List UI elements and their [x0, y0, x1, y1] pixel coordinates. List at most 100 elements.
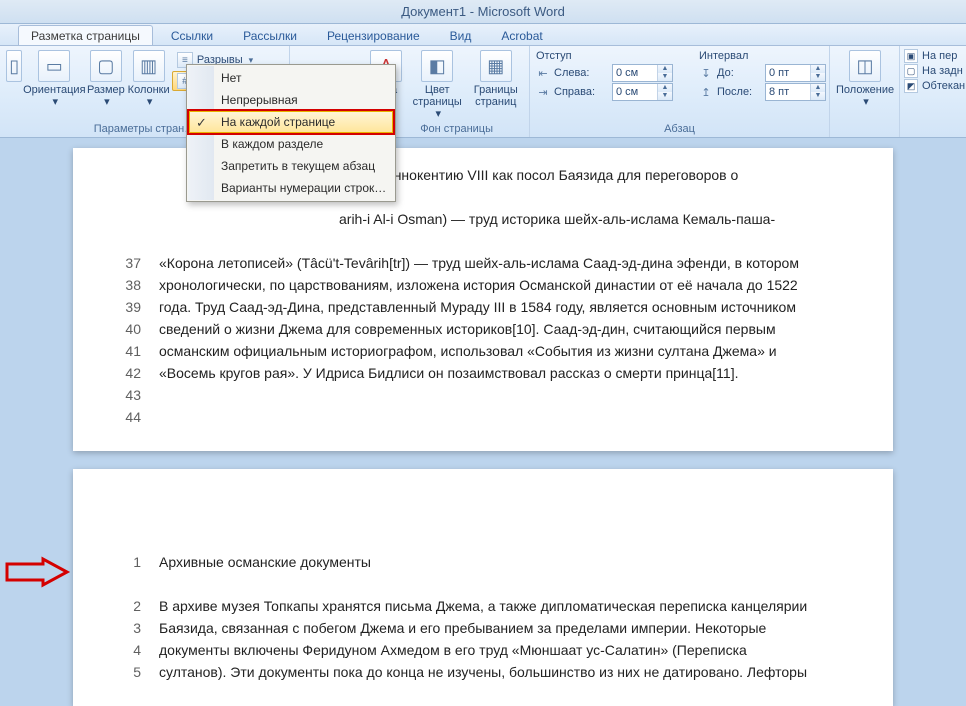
- line-text: [159, 386, 855, 405]
- spacing-after-row: ↥ После: 8 пт▲▼: [699, 83, 826, 101]
- spacing-title: Интервал: [699, 50, 826, 62]
- spin-up-icon[interactable]: ▲: [658, 65, 672, 73]
- tab-mailings[interactable]: Рассылки: [231, 26, 309, 45]
- document-area[interactable]: к папе Иннокентию VIII как посол Баязида…: [0, 138, 966, 706]
- indent-left-label: Слева:: [554, 67, 608, 79]
- spacing-before-row: ↧ До: 0 пт▲▼: [699, 64, 826, 82]
- line-number: 2: [111, 597, 141, 616]
- spin-up-icon[interactable]: ▲: [811, 84, 825, 92]
- indent-right-icon: ⇥: [536, 85, 550, 99]
- send-back-icon: ▢: [904, 64, 918, 78]
- line-number: [111, 575, 141, 594]
- chevron-down-icon: ▾: [435, 108, 441, 120]
- menu-item-suppress[interactable]: Запретить в текущем абзац: [189, 155, 393, 177]
- line-number: 41: [111, 342, 141, 361]
- spacing-before-value: 0 пт: [766, 67, 810, 79]
- arrange-group: ▣ На пер ▢На задн ◩ Обтекан: [900, 46, 966, 137]
- indent-title: Отступ: [536, 50, 673, 62]
- spacing-before-icon: ↧: [699, 66, 713, 80]
- chevron-down-icon: ▾: [53, 96, 59, 108]
- spin-up-icon[interactable]: ▲: [658, 84, 672, 92]
- indent-right-row: ⇥ Справа: 0 см▲▼: [536, 83, 673, 101]
- spin-down-icon[interactable]: ▼: [811, 92, 825, 100]
- line-text: [159, 408, 855, 427]
- indent-left-spin[interactable]: 0 см▲▼: [612, 64, 673, 82]
- line-number: 5: [111, 663, 141, 682]
- position-label: Положение: [836, 84, 894, 96]
- menu-item-each-page[interactable]: ✓На каждой странице: [189, 111, 393, 133]
- line-text: [159, 575, 855, 594]
- bring-front-icon: ▣: [904, 49, 918, 63]
- annotation-arrow: [7, 559, 67, 585]
- line-numbers-menu: Нет Непрерывная ✓На каждой странице В ка…: [186, 64, 396, 202]
- page-2: 1 Архивные османские документы 2 В архиве …: [73, 469, 893, 706]
- chevron-down-icon: ▾: [147, 96, 153, 108]
- orientation-button[interactable]: ▭Ориентация▾: [24, 48, 84, 108]
- chevron-down-icon: ▾: [863, 96, 869, 108]
- margins-button[interactable]: ▯: [6, 48, 22, 84]
- check-icon: ✓: [196, 115, 207, 131]
- line-number: 4: [111, 641, 141, 660]
- chevron-down-icon: ▾: [104, 96, 110, 108]
- indent-left-icon: ⇤: [536, 66, 550, 80]
- size-button[interactable]: ▢Размер▾: [86, 48, 125, 108]
- line-number: 42: [111, 364, 141, 383]
- spacing-after-spin[interactable]: 8 пт▲▼: [765, 83, 826, 101]
- spin-down-icon[interactable]: ▼: [658, 73, 672, 81]
- spacing-before-spin[interactable]: 0 пт▲▼: [765, 64, 826, 82]
- indent-right-label: Справа:: [554, 86, 608, 98]
- line-number: 44: [111, 408, 141, 427]
- menu-item-options[interactable]: Варианты нумерации строк…: [189, 177, 393, 199]
- text-wrap-label: Обтекан: [922, 80, 965, 92]
- text-fragment: arih-i Al-i Osman) — труд историка шейх-…: [159, 210, 855, 229]
- line-number: 1: [111, 553, 141, 572]
- page-color-label: Цвет страницы: [410, 84, 465, 108]
- menu-item-none[interactable]: Нет: [189, 67, 393, 89]
- line-number: 43: [111, 386, 141, 405]
- spacing-before-label: До:: [717, 67, 761, 79]
- text-wrap-icon: ◩: [904, 79, 918, 93]
- line-number: 3: [111, 619, 141, 638]
- line-text: Баязида, связанная с побегом Джема и его…: [159, 619, 855, 638]
- line-text: хронологически, по царствованиям, изложе…: [159, 276, 855, 295]
- tab-page-layout[interactable]: Разметка страницы: [18, 25, 153, 45]
- columns-label: Колонки: [128, 84, 170, 96]
- line-number: 37: [111, 254, 141, 273]
- line-text: В архиве музея Топкапы хранятся письма Д…: [159, 597, 855, 616]
- line-text: сведений о жизни Джема для современных и…: [159, 320, 855, 339]
- spacing-after-label: После:: [717, 86, 761, 98]
- menu-item-continuous[interactable]: Непрерывная: [189, 89, 393, 111]
- line-text: года. Труд Саад-эд-Дина, представленный …: [159, 298, 855, 317]
- indent-right-value: 0 см: [613, 86, 657, 98]
- line-number: 40: [111, 320, 141, 339]
- ribbon-tabs: Разметка страницы Ссылки Рассылки Реценз…: [0, 24, 966, 46]
- spacing-after-value: 8 пт: [766, 86, 810, 98]
- spin-down-icon[interactable]: ▼: [811, 73, 825, 81]
- position-button[interactable]: ◫Положение▾: [836, 48, 894, 108]
- page-borders-button[interactable]: ▦Границы страниц: [468, 48, 523, 108]
- page-color-button[interactable]: ◧Цвет страницы▾: [410, 48, 465, 120]
- tab-acrobat[interactable]: Acrobat: [489, 26, 554, 45]
- spin-up-icon[interactable]: ▲: [811, 65, 825, 73]
- text-wrap-button[interactable]: ◩ Обтекан: [904, 79, 965, 93]
- tab-view[interactable]: Вид: [438, 26, 484, 45]
- line-text: Архивные османские документы: [159, 553, 855, 572]
- size-label: Размер: [87, 84, 125, 96]
- send-back-button[interactable]: ▢На задн: [904, 64, 965, 78]
- columns-button[interactable]: ▥Колонки▾: [127, 48, 169, 108]
- bring-front-label: На пер: [922, 50, 957, 62]
- spin-down-icon[interactable]: ▼: [658, 92, 672, 100]
- bring-front-button[interactable]: ▣ На пер: [904, 49, 965, 63]
- spacing-after-icon: ↥: [699, 85, 713, 99]
- tab-references[interactable]: Ссылки: [159, 26, 225, 45]
- menu-item-each-section[interactable]: В каждом разделе: [189, 133, 393, 155]
- orientation-label: Ориентация: [23, 84, 85, 96]
- indent-left-row: ⇤ Слева: 0 см▲▼: [536, 64, 673, 82]
- line-text: султанов). Эти документы пока до конца н…: [159, 663, 855, 682]
- indent-right-spin[interactable]: 0 см▲▼: [612, 83, 673, 101]
- tab-review[interactable]: Рецензирование: [315, 26, 432, 45]
- line-text: «Корона летописей» (Tâcü't-Tevârih[tr]) …: [159, 254, 855, 273]
- line-text: документы включены Феридуном Ахмедом в е…: [159, 641, 855, 660]
- group-paragraph-label: Абзац: [536, 122, 823, 136]
- line-number: 39: [111, 298, 141, 317]
